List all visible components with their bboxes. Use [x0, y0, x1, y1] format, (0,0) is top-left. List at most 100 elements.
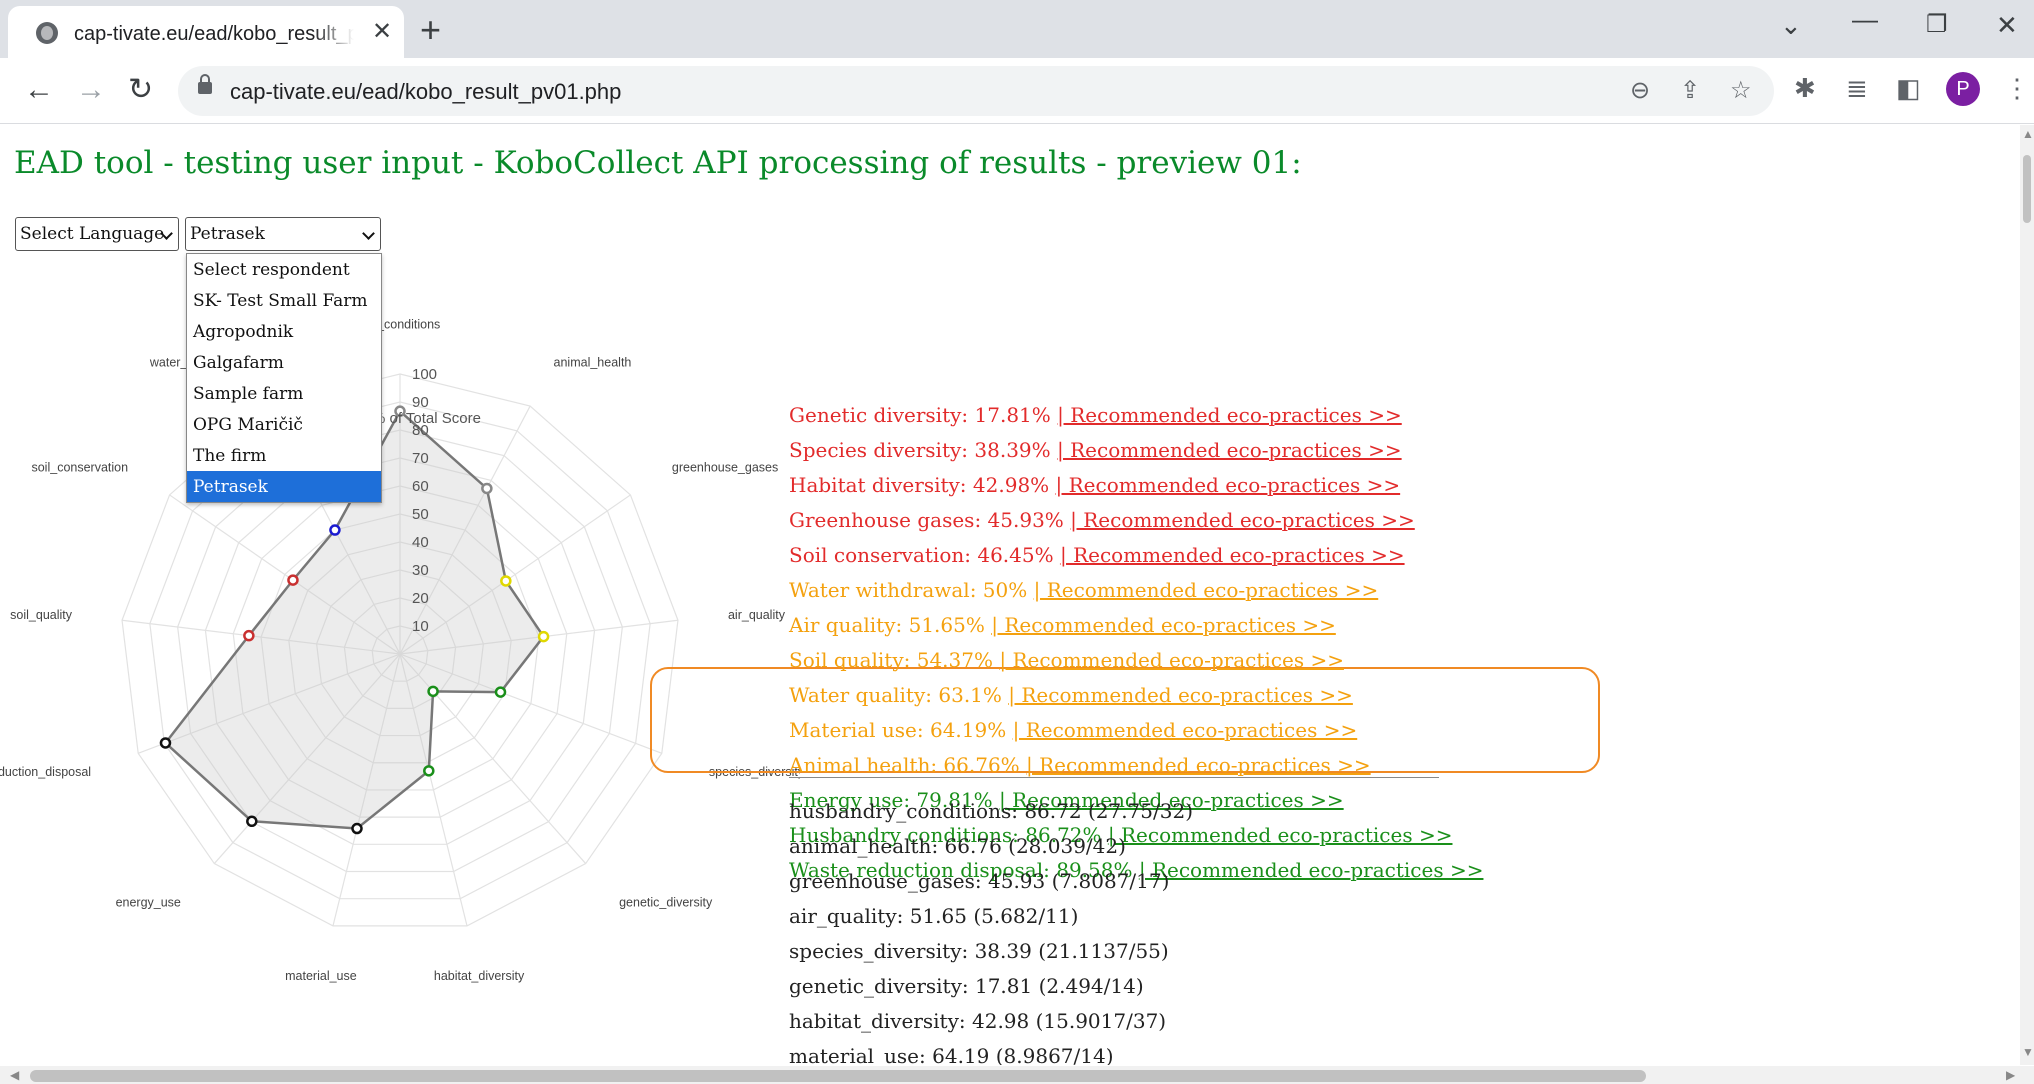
recommended-practices-link[interactable]: | Recommended eco-practices >>	[1057, 438, 1402, 462]
recommended-practices-link[interactable]: | Recommended eco-practices >>	[1139, 858, 1484, 882]
radial-tick-label: 90	[412, 394, 429, 411]
language-select-value: Select Language	[20, 224, 165, 244]
recommended-practices-link[interactable]: | Recommended eco-practices >>	[999, 648, 1344, 672]
browser-tab[interactable]: cap-tivate.eu/ead/kobo_result_p ✕	[8, 6, 404, 58]
back-icon[interactable]: ←	[24, 72, 54, 108]
respondent-dropdown-list[interactable]: Select respondent SK- Test Small Farm Ag…	[186, 253, 382, 503]
scroll-down-icon[interactable]: ▼	[2022, 1045, 2034, 1059]
extensions-icon[interactable]: ✱	[1794, 72, 1816, 104]
raw-score-line: species_diversity: 38.39 (21.1137/55)	[789, 939, 1169, 963]
reload-icon[interactable]: ↻	[128, 72, 153, 108]
globe-icon	[36, 22, 58, 44]
radial-tick-label: 30	[412, 562, 429, 579]
data-point	[500, 575, 512, 587]
axis-label: animal_health	[554, 355, 632, 369]
result-label: Soil quality: 54.37%	[789, 648, 1000, 672]
bookmark-star-icon[interactable]: ☆	[1730, 76, 1752, 106]
forward-icon[interactable]: →	[76, 72, 106, 108]
chart-title: % of Total Score	[372, 410, 481, 427]
recommended-practices-link[interactable]: | Recommended eco-practices >>	[1057, 403, 1402, 427]
minimize-icon[interactable]: —	[1852, 4, 1878, 34]
vertical-scrollbar[interactable]: ▲ ▼	[2020, 125, 2034, 1065]
radial-tick-label: 70	[412, 450, 429, 467]
data-point	[427, 685, 439, 698]
result-label: Animal health: 66.76%	[789, 753, 1027, 777]
recommended-practices-link[interactable]: | Recommended eco-practices >>	[1034, 578, 1379, 602]
data-point	[351, 822, 363, 835]
data-point	[329, 524, 341, 536]
respondent-option[interactable]: The firm	[187, 440, 381, 471]
zoom-out-icon[interactable]: ⊖	[1630, 76, 1650, 106]
result-line: Species diversity: 38.39% | Recommended …	[789, 438, 1402, 462]
recommended-practices-link[interactable]: | Recommended eco-practices >>	[1070, 508, 1415, 532]
result-line: Water withdrawal: 50% | Recommended eco-…	[789, 578, 1378, 602]
scroll-up-icon[interactable]: ▲	[2022, 127, 2034, 141]
axis-label: greenhouse_gases	[672, 460, 778, 474]
axis-label: energy_use	[116, 895, 181, 909]
respondent-option[interactable]: SK- Test Small Farm	[187, 285, 381, 316]
chevron-down-icon	[362, 227, 375, 240]
raw-score-line: genetic_diversity: 17.81 (2.494/14)	[789, 974, 1144, 998]
result-label: Soil conservation: 46.45%	[789, 543, 1060, 567]
scroll-left-icon[interactable]: ◀	[10, 1068, 19, 1082]
radial-tick-label: 60	[412, 478, 429, 495]
result-line: Habitat diversity: 42.98% | Recommended …	[789, 473, 1400, 497]
recommended-practices-link[interactable]: | Recommended eco-practices >>	[1026, 753, 1371, 777]
horizontal-scroll-thumb[interactable]	[30, 1070, 1646, 1082]
data-point	[481, 482, 493, 495]
radial-tick-label: 100	[412, 366, 437, 383]
side-panel-icon[interactable]: ◧	[1896, 72, 1921, 104]
tab-strip: cap-tivate.eu/ead/kobo_result_p ✕ + ⌄ — …	[0, 0, 2034, 58]
result-label: Air quality: 51.65%	[789, 613, 992, 637]
profile-avatar[interactable]: P	[1946, 72, 1980, 106]
respondent-option[interactable]: Agropodnik	[187, 316, 381, 347]
new-tab-icon[interactable]: +	[420, 10, 441, 50]
result-line: Water quality: 63.1% | Recommended eco-p…	[789, 683, 1353, 707]
result-label: Water quality: 63.1%	[789, 683, 1009, 707]
result-label: Habitat diversity: 42.98%	[789, 473, 1056, 497]
result-label: Water withdrawal: 50%	[789, 578, 1034, 602]
url-text[interactable]: cap-tivate.eu/ead/kobo_result_pv01.php	[230, 79, 621, 105]
data-point	[537, 630, 550, 643]
recommended-practices-link[interactable]: | Recommended eco-practices >>	[1060, 543, 1405, 567]
respondent-option[interactable]: Sample farm	[187, 378, 381, 409]
respondent-option[interactable]: Select respondent	[187, 254, 381, 285]
media-queue-icon[interactable]: ≣	[1846, 72, 1868, 104]
scroll-right-icon[interactable]: ▶	[2006, 1068, 2015, 1082]
recommended-practices-link[interactable]: | Recommended eco-practices >>	[1013, 718, 1358, 742]
raw-score-line: material_use: 64.19 (8.9867/14)	[789, 1044, 1114, 1065]
tab-search-chevron-icon[interactable]: ⌄	[1780, 10, 1802, 40]
raw-score-line: animal_health: 66.76 (28.039/42)	[789, 834, 1126, 858]
browser-toolbar: ← → ↻ cap-tivate.eu/ead/kobo_result_pv01…	[0, 58, 2034, 124]
address-bar[interactable]: cap-tivate.eu/ead/kobo_result_pv01.php ⊖…	[178, 66, 1774, 116]
respondent-select[interactable]: Petrasek	[185, 217, 381, 251]
radial-tick-label: 50	[412, 506, 429, 523]
vertical-scroll-thumb[interactable]	[2023, 155, 2031, 223]
language-select[interactable]: Select Language	[15, 217, 179, 251]
data-point	[423, 765, 435, 777]
axis-label: soil_quality	[10, 608, 73, 622]
result-line: Material use: 64.19% | Recommended eco-p…	[789, 718, 1357, 742]
restore-icon[interactable]: ❐	[1926, 10, 1948, 40]
raw-score-line: husbandry_conditions: 86.72 (27.75/32)	[789, 799, 1193, 823]
recommended-practices-link[interactable]: | Recommended eco-practices >>	[1108, 823, 1453, 847]
close-tab-icon[interactable]: ✕	[372, 19, 392, 45]
axis-label: genetic_diversity	[619, 895, 713, 909]
result-line: Soil conservation: 46.45% | Recommended …	[789, 543, 1405, 567]
raw-score-line: air_quality: 51.65 (5.682/11)	[789, 904, 1079, 928]
lock-icon[interactable]	[198, 74, 212, 94]
respondent-select-value: Petrasek	[190, 224, 265, 244]
respondent-option[interactable]: OPG Maričič	[187, 409, 381, 440]
data-point	[243, 629, 255, 642]
respondent-option[interactable]: Galgafarm	[187, 347, 381, 378]
respondent-option-selected[interactable]: Petrasek	[187, 471, 381, 502]
menu-kebab-icon[interactable]: ⋮	[2004, 72, 2030, 104]
recommended-practices-link[interactable]: | Recommended eco-practices >>	[991, 613, 1336, 637]
horizontal-scrollbar[interactable]: ◀ ▶	[0, 1066, 2034, 1084]
divider	[789, 777, 1439, 778]
axis-label: air_quality	[728, 608, 786, 622]
recommended-practices-link[interactable]: | Recommended eco-practices >>	[1056, 473, 1401, 497]
recommended-practices-link[interactable]: | Recommended eco-practices >>	[1008, 683, 1353, 707]
share-icon[interactable]: ⇪	[1680, 76, 1700, 106]
window-close-icon[interactable]: ✕	[1996, 10, 2018, 40]
